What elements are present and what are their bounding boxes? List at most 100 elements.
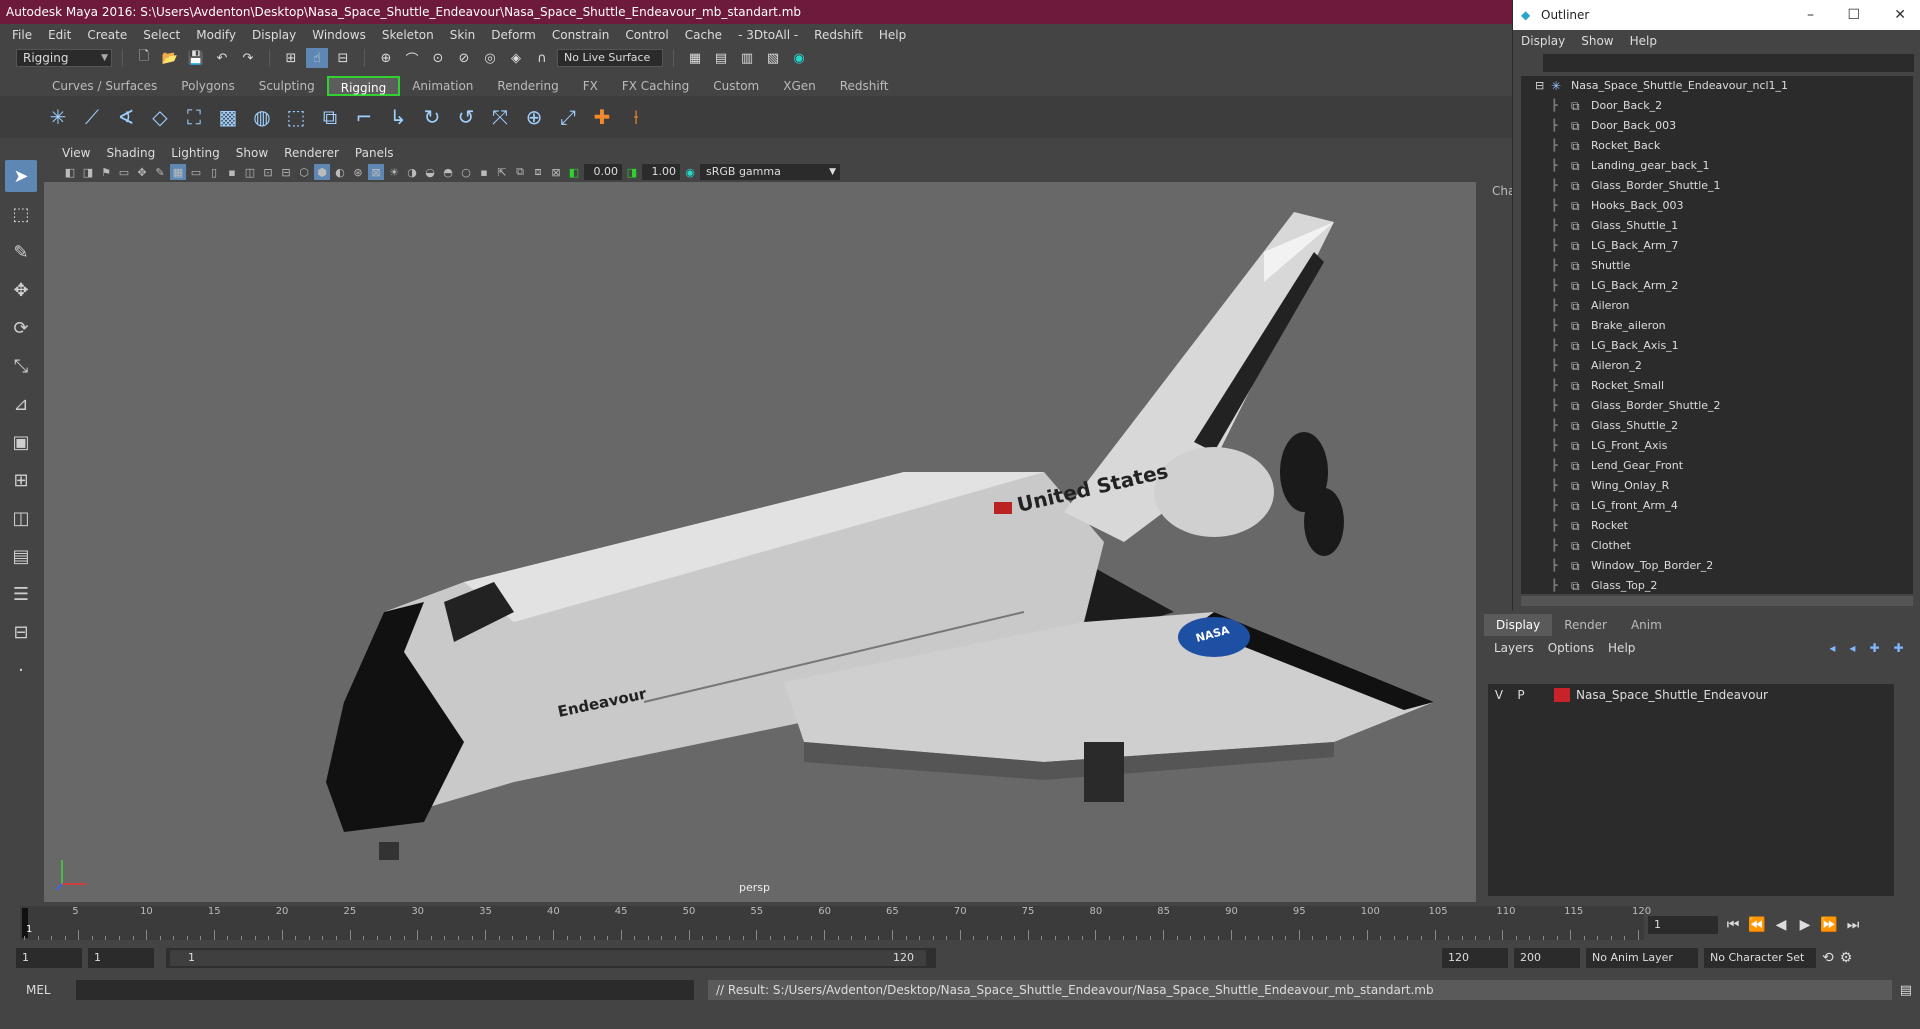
menu-help[interactable]: Help (871, 28, 914, 42)
orient-constraint-icon[interactable]: ↻ (418, 103, 446, 131)
anim-layer-dropdown[interactable]: No Anim Layer (1586, 948, 1698, 968)
exposure-icon[interactable]: ◧ (566, 164, 582, 180)
panel-menu-shading[interactable]: Shading (98, 146, 163, 160)
camera-attributes-icon[interactable]: ◨ (80, 164, 96, 180)
open-scene-icon[interactable]: 📂 (159, 48, 181, 68)
new-layer-icon[interactable]: ✚ (1869, 641, 1879, 655)
go-to-start-icon[interactable]: ⏮ (1724, 917, 1742, 933)
film-gate-icon[interactable]: ▭ (188, 164, 204, 180)
quick-layout-four-icon[interactable]: ⊞ (5, 464, 37, 496)
outliner-item[interactable]: ┣ ⧉ Door_Back_003 (1521, 116, 1913, 136)
outliner-item[interactable]: ┣ ⧉ Brake_aileron (1521, 316, 1913, 336)
menu-display[interactable]: Display (244, 28, 304, 42)
animation-end-field[interactable]: 200 (1514, 948, 1580, 968)
select-component-icon[interactable]: ⊟ (332, 48, 354, 68)
bind-skin-icon[interactable]: ⛶ (180, 103, 208, 131)
outliner-item[interactable]: ┣ ⧉ Door_Back_2 (1521, 96, 1913, 116)
save-scene-icon[interactable]: 💾 (185, 48, 207, 68)
insert-joint-icon[interactable]: ◇ (146, 103, 174, 131)
step-back-key-icon[interactable]: ⏪ (1748, 917, 1766, 933)
graph-layout-icon[interactable]: ☰ (5, 578, 37, 610)
menu-skin[interactable]: Skin (442, 28, 484, 42)
layer-menu-layers[interactable]: Layers (1494, 641, 1534, 655)
snap-curve-icon[interactable]: ⌒ (401, 48, 423, 68)
scale-tool-icon[interactable]: ⤡ (5, 350, 37, 382)
cluster-icon[interactable]: ◍ (248, 103, 276, 131)
outliner-item[interactable]: ┣ ⧉ Shuttle (1521, 256, 1913, 276)
script-editor-icon[interactable]: ▤ (1900, 983, 1912, 998)
menu-windows[interactable]: Windows (304, 28, 374, 42)
last-tool-icon[interactable]: ⊿ (5, 388, 37, 420)
outliner-search-input[interactable] (1543, 54, 1914, 72)
select-tool-icon[interactable]: ➤ (5, 160, 37, 192)
command-input[interactable] (76, 980, 694, 1000)
new-layer-selected-icon[interactable]: ✚ (1894, 641, 1904, 655)
menu-redshift[interactable]: Redshift (806, 28, 871, 42)
character-set-dropdown[interactable]: No Character Set (1704, 948, 1816, 968)
outliner-item[interactable]: ┣ ⧉ Glass_Shuttle_2 (1521, 416, 1913, 436)
paint-select-icon[interactable]: ✎ (5, 236, 37, 268)
undo-icon[interactable]: ↶ (211, 48, 233, 68)
outliner-horizontal-scrollbar[interactable] (1521, 596, 1913, 606)
time-slider[interactable]: 1 5 10 15 20 25 30 35 40 45 50 55 60 65 70 75 80 85 90 95 1… (20, 906, 1651, 940)
outliner-item[interactable]: ┣ ⧉ Rocket (1521, 516, 1913, 536)
render-settings-icon[interactable]: ▧ (762, 48, 784, 68)
locator-icon[interactable]: ⤢ (554, 103, 582, 131)
magnet-icon[interactable]: ∩ (531, 48, 553, 68)
menu-skeleton[interactable]: Skeleton (374, 28, 442, 42)
ik-spline-icon[interactable]: ∢ (112, 103, 140, 131)
safe-action-icon[interactable]: ⊡ (260, 164, 276, 180)
outliner-item[interactable]: ┣ ⧉ Window_Top_Border_2 (1521, 556, 1913, 576)
menu-create[interactable]: Create (79, 28, 135, 42)
shelf-tab-curves-surfaces[interactable]: Curves / Surfaces (40, 76, 169, 96)
lasso-tool-icon[interactable]: ⬚ (5, 198, 37, 230)
auto-key-icon[interactable]: ⟲ (1822, 950, 1834, 966)
xray-joints-icon[interactable]: ⧉ (512, 164, 528, 180)
gamma-icon[interactable]: ◨ (624, 164, 640, 180)
lattice-icon[interactable]: ▩ (214, 103, 242, 131)
close-icon[interactable]: ✕ (1894, 0, 1906, 30)
move-layer-down-icon[interactable]: ◂ (1849, 641, 1855, 655)
new-scene-icon[interactable]: 🗋 (133, 48, 155, 68)
shelf-tab-fx[interactable]: FX (571, 76, 610, 96)
outliner-item[interactable]: ┣ ⧉ Aileron_2 (1521, 356, 1913, 376)
grid-icon[interactable]: ▦ (170, 164, 186, 180)
wrap-icon[interactable]: ⬚ (282, 103, 310, 131)
outliner-item[interactable]: ┣ ⧉ Clothet (1521, 536, 1913, 556)
motion-blur-icon[interactable]: ◓ (440, 164, 456, 180)
textured-icon[interactable]: ⊠ (368, 164, 384, 180)
select-hierarchy-icon[interactable]: ⊞ (280, 48, 302, 68)
live-surface-field[interactable]: No Live Surface (557, 49, 663, 67)
two-d-pan-icon[interactable]: ✥ (134, 164, 150, 180)
frame-all-icon[interactable]: ⊠ (548, 164, 564, 180)
panel-menu-lighting[interactable]: Lighting (163, 146, 228, 160)
shelf-tab-polygons[interactable]: Polygons (169, 76, 246, 96)
exposure-field[interactable]: 0.00 (584, 164, 622, 180)
playback-start-field[interactable]: 1 (88, 948, 154, 968)
blend-shape-icon[interactable]: ⧉ (316, 103, 344, 131)
shelf-tab-sculpting[interactable]: Sculpting (247, 76, 327, 96)
scale-constraint-icon[interactable]: ↺ (452, 103, 480, 131)
render-view-icon[interactable]: ▦ (684, 48, 706, 68)
viewport-persp[interactable]: United States Endeavour NASA persp (44, 182, 1476, 902)
snap-point-icon[interactable]: ⊙ (427, 48, 449, 68)
snap-vertex-icon[interactable]: ◈ (505, 48, 527, 68)
outliner-root-node[interactable]: ⊟ ✳ Nasa_Space_Shuttle_Endeavour_ncl1_1 (1521, 76, 1913, 96)
add-influence-icon[interactable]: ✚ (588, 103, 616, 131)
smooth-shade-icon[interactable]: ⬢ (314, 164, 330, 180)
layer-visibility-toggle[interactable]: V (1488, 684, 1510, 706)
gate-mask-icon[interactable]: ▪ (224, 164, 240, 180)
move-layer-up-icon[interactable]: ◂ (1829, 641, 1835, 655)
tab-anim[interactable]: Anim (1619, 614, 1674, 636)
range-slider[interactable]: 1 120 (166, 948, 936, 968)
menu-control[interactable]: Control (617, 28, 676, 42)
go-to-end-icon[interactable]: ⏭ (1844, 917, 1862, 933)
outliner-item[interactable]: ┣ ⧉ Lend_Gear_Front (1521, 456, 1913, 476)
outliner-item[interactable]: ┣ ⧉ Glass_Border_Shuttle_2 (1521, 396, 1913, 416)
outliner-item[interactable]: ┣ ⧉ Hooks_Back_003 (1521, 196, 1913, 216)
menu-set-dropdown[interactable]: Rigging ▼ (16, 49, 112, 67)
shelf-tab-custom[interactable]: Custom (701, 76, 771, 96)
outliner-item[interactable]: ┣ ⧉ Landing_gear_back_1 (1521, 156, 1913, 176)
wireframe-on-shaded-icon[interactable]: ◐ (332, 164, 348, 180)
joint-tool-icon[interactable]: ✳ (44, 103, 72, 131)
